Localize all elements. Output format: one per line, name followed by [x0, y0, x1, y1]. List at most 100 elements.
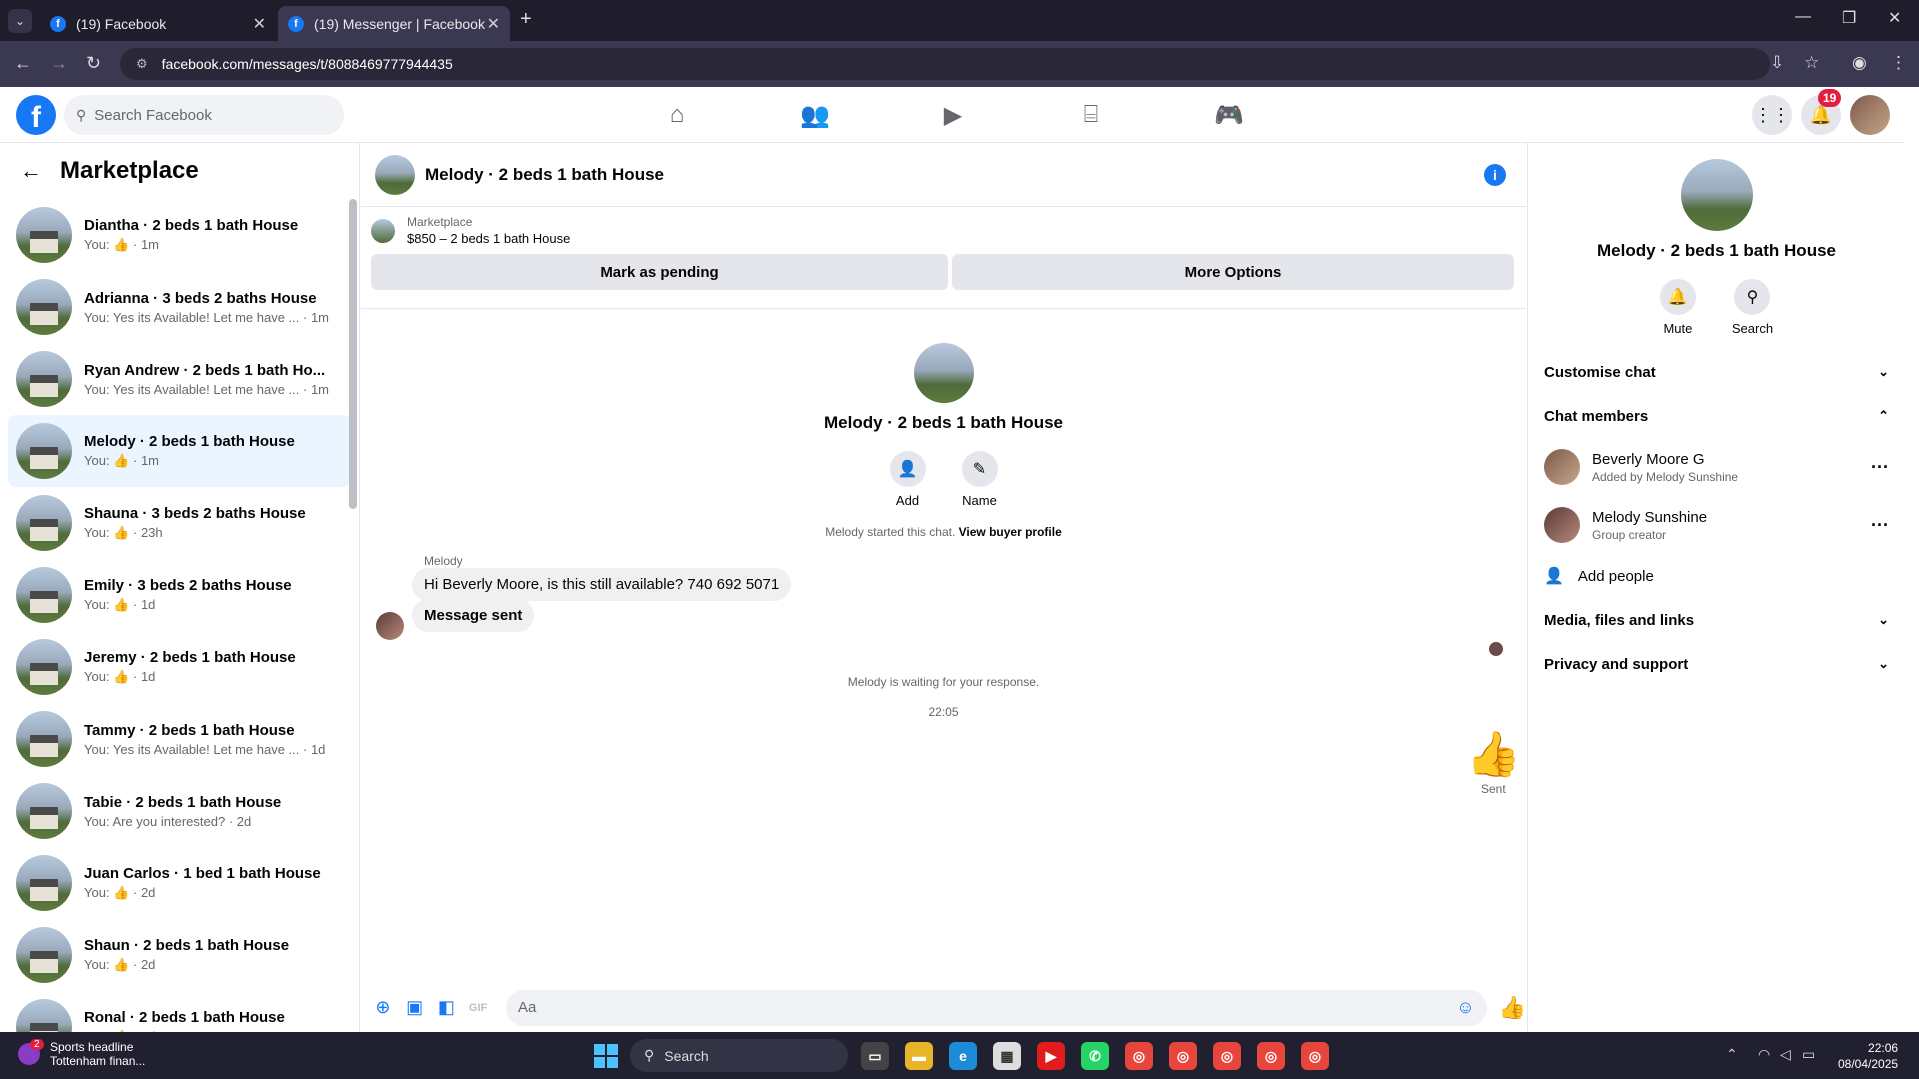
gif-icon[interactable]: GIF	[464, 994, 492, 1022]
gaming-icon[interactable]: 🎮	[1173, 95, 1285, 135]
media-files-section[interactable]: Media, files and links ⌄	[1528, 598, 1905, 642]
chat-title[interactable]: Melody · 2 beds 1 bath House	[425, 165, 1484, 185]
conversation-item[interactable]: Ronal · 2 beds 1 bath HouseYou: 👍 · 2d	[8, 991, 351, 1032]
friends-icon[interactable]: 👥	[759, 95, 871, 135]
sender-avatar[interactable]	[376, 612, 404, 640]
chrome-icon[interactable]: ◎	[1301, 1042, 1329, 1070]
edge-icon[interactable]: e	[949, 1042, 977, 1070]
sticker-icon[interactable]: ◧	[432, 994, 460, 1022]
site-info-icon[interactable]: ⚙	[136, 56, 148, 72]
chrome-icon[interactable]: ◎	[1213, 1042, 1241, 1070]
back-icon[interactable]: ←	[14, 53, 32, 74]
marketplace-icon[interactable]: ⌸	[1035, 95, 1147, 135]
conversation-time: · 2d	[228, 813, 252, 829]
conversation-scrollbar[interactable]	[349, 199, 357, 1029]
taskbar-search[interactable]: ⚲ Search	[630, 1039, 848, 1072]
close-tab-icon[interactable]: ✕	[487, 14, 500, 34]
chrome-icon[interactable]: ◎	[1257, 1042, 1285, 1070]
conversation-time: · 1m	[303, 309, 330, 325]
chat-intro: Melody · 2 beds 1 bath House 👤 Add ✎ Nam…	[361, 343, 1526, 508]
conversation-item[interactable]: Tammy · 2 beds 1 bath House You: Yes its …	[8, 703, 351, 775]
menu-grid-icon[interactable]: ⋮⋮	[1752, 95, 1792, 135]
conversation-item[interactable]: Emily · 3 beds 2 baths House You: 👍 · 1d	[8, 559, 351, 631]
page-scrollbar[interactable]	[1905, 87, 1919, 1032]
scroll-thumb[interactable]	[349, 199, 357, 509]
customise-chat-section[interactable]: Customise chat ⌄	[1528, 350, 1905, 394]
member-row[interactable]: Beverly Moore G Added by Melody Sunshine…	[1528, 438, 1905, 496]
windows-start-icon[interactable]	[594, 1044, 618, 1068]
video-icon[interactable]: ▶	[897, 95, 1009, 135]
tray-chevron-icon[interactable]: ⌃	[1726, 1046, 1738, 1063]
conversation-item[interactable]: Adrianna · 3 beds 2 baths House You: Yes …	[8, 271, 351, 343]
news-widget[interactable]: 2 Sports headline Tottenham finan...	[18, 1039, 145, 1068]
mark-as-pending-button[interactable]: Mark as pending	[371, 254, 948, 290]
browser-menu-icon[interactable]: ⋮	[1890, 53, 1907, 73]
facebook-logo-icon[interactable]: f	[16, 95, 56, 135]
add-person-icon: 👤	[889, 451, 926, 487]
restore-icon[interactable]: ❐	[1842, 8, 1856, 28]
account-avatar[interactable]	[1850, 95, 1890, 135]
new-tab-icon[interactable]: +	[520, 8, 532, 31]
reload-icon[interactable]: ↻	[86, 53, 101, 74]
conversation-item[interactable]: Shauna · 3 beds 2 baths House You: 👍 · 23…	[8, 487, 351, 559]
conversation-item[interactable]: Ryan Andrew · 2 beds 1 bath Ho... You: Ye…	[8, 343, 351, 415]
browser-tab-facebook[interactable]: f (19) Facebook ✕	[40, 6, 276, 41]
chrome-icon[interactable]: ◎	[1125, 1042, 1153, 1070]
view-buyer-profile-link[interactable]: View buyer profile	[959, 525, 1062, 539]
install-app-icon[interactable]: ⇩	[1770, 53, 1784, 73]
home-icon[interactable]: ⌂	[621, 95, 733, 135]
chat-members-section[interactable]: Chat members ⌃	[1528, 394, 1905, 438]
file-explorer-icon[interactable]: ▬	[905, 1042, 933, 1070]
conversation-item[interactable]: Shaun · 2 beds 1 bath House You: 👍 · 2d	[8, 919, 351, 991]
mute-button[interactable]: 🔔 Mute	[1659, 279, 1696, 336]
member-row[interactable]: Melody Sunshine Group creator ···	[1528, 496, 1905, 554]
listing-thumbnail	[16, 207, 72, 263]
volume-icon[interactable]: ◁	[1780, 1046, 1791, 1063]
facebook-search-input[interactable]: ⚲ Search Facebook	[64, 95, 344, 135]
emoji-icon[interactable]: ☺	[1456, 997, 1474, 1018]
task-view-icon[interactable]: ▭	[861, 1042, 889, 1070]
add-people-button[interactable]: 👤 Add people	[1528, 554, 1905, 598]
conversation-item[interactable]: Juan Carlos · 1 bed 1 bath House You: 👍 ·…	[8, 847, 351, 919]
taskbar-clock[interactable]: 22:06 08/04/2025	[1838, 1040, 1898, 1072]
more-dots-icon[interactable]: ···	[1871, 515, 1889, 536]
tab-search-dropdown[interactable]: ⌄	[8, 9, 32, 33]
more-dots-icon[interactable]: ···	[1871, 457, 1889, 478]
conversation-item[interactable]: Tabie · 2 beds 1 bath House You: Are you …	[8, 775, 351, 847]
chrome-icon[interactable]: ◎	[1169, 1042, 1197, 1070]
whatsapp-icon[interactable]: ✆	[1081, 1042, 1109, 1070]
more-options-button[interactable]: More Options	[952, 254, 1514, 290]
browser-tab-messenger[interactable]: f (19) Messenger | Facebook ✕	[278, 6, 510, 41]
back-arrow-icon[interactable]: ←	[20, 158, 42, 184]
forward-icon[interactable]: →	[50, 53, 68, 74]
info-icon[interactable]: i	[1484, 163, 1506, 186]
close-tab-icon[interactable]: ✕	[253, 14, 266, 34]
store-icon[interactable]: ▦	[993, 1042, 1021, 1070]
plus-icon[interactable]: ⊕	[369, 994, 397, 1022]
add-button[interactable]: 👤 Add	[889, 451, 926, 508]
chat-avatar[interactable]	[375, 154, 415, 195]
message-bubble[interactable]: Hi Beverly Moore, is this still availabl…	[412, 568, 792, 601]
preview-text: You:	[84, 597, 110, 612]
conversation-item[interactable]: Melody · 2 beds 1 bath House You: 👍 · 1m	[8, 415, 351, 487]
name-label: Name	[962, 493, 997, 508]
conversation-preview: You: 👍 · 2d	[84, 885, 351, 901]
like-send-icon[interactable]: 👍	[1499, 995, 1526, 1021]
conversation-item[interactable]: Diantha · 2 beds 1 bath House You: 👍 · 1m	[8, 199, 351, 271]
youtube-icon[interactable]: ▶	[1037, 1042, 1065, 1070]
battery-icon[interactable]: ▭	[1802, 1046, 1815, 1063]
url-field[interactable]: ⚙ facebook.com/messages/t/80884697779444…	[120, 48, 1770, 80]
bookmark-star-icon[interactable]: ☆	[1804, 53, 1819, 73]
profile-icon[interactable]: ◉	[1852, 53, 1867, 73]
name-button[interactable]: ✎ Name	[961, 451, 998, 508]
close-window-icon[interactable]: ✕	[1888, 8, 1901, 28]
listing-row[interactable]: Marketplace $850 – 2 beds 1 bath House	[371, 215, 1516, 246]
photo-icon[interactable]: ▣	[401, 994, 429, 1022]
privacy-support-section[interactable]: Privacy and support ⌄	[1528, 642, 1905, 686]
conversation-item[interactable]: Jeremy · 2 beds 1 bath House You: 👍 · 1d	[8, 631, 351, 703]
search-button[interactable]: ⚲ Search	[1732, 279, 1773, 336]
message-input[interactable]: Aa ☺	[505, 989, 1487, 1026]
minimize-icon[interactable]: —	[1795, 8, 1811, 26]
message-bubble[interactable]: Message sent	[412, 599, 535, 632]
wifi-icon[interactable]: ◠	[1758, 1046, 1770, 1063]
